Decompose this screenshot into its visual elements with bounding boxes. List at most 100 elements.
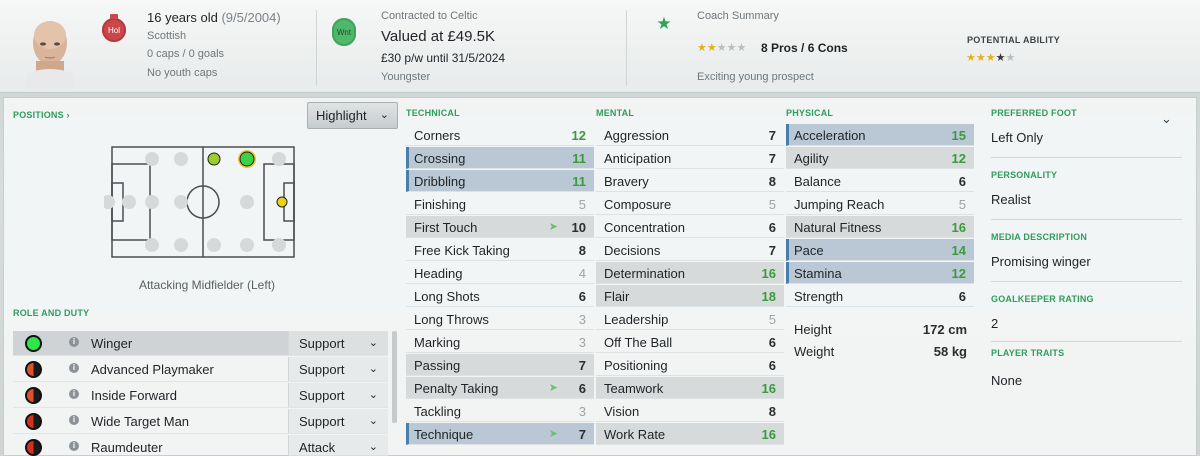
attribute-name: Dribbling — [414, 174, 466, 189]
star-icon: ★ — [1005, 52, 1016, 64]
duty-dropdown[interactable]: Support ⌄ — [288, 331, 388, 355]
player-header: Hol 16 years old (9/5/2004) Scottish 0 c… — [0, 0, 1200, 93]
role-duty-label: ROLE AND DUTY — [13, 308, 90, 318]
positions-pitch — [104, 146, 295, 258]
attribute-row-anticipation[interactable]: Anticipation 7 — [596, 147, 784, 169]
contract-badge-text: Wnt — [336, 27, 352, 37]
attribute-row-balance[interactable]: Balance 6 — [786, 170, 974, 192]
attribute-row-strength[interactable]: Strength 6 — [786, 285, 974, 307]
club-badge-icon[interactable]: Hol — [102, 14, 126, 42]
attribute-row-acceleration[interactable]: Acceleration 15 — [786, 124, 974, 146]
attribute-value: 3 — [578, 312, 586, 327]
contract-club[interactable]: Contracted to Celtic — [381, 10, 478, 22]
attribute-row-long-shots[interactable]: Long Shots 6 — [406, 285, 594, 307]
info-icon[interactable]: i — [69, 389, 79, 399]
weight-value: 58 kg — [933, 344, 967, 359]
attribute-row-finishing[interactable]: Finishing 5 — [406, 193, 594, 215]
attribute-row-decisions[interactable]: Decisions 7 — [596, 239, 784, 261]
attribute-row-off-the-ball[interactable]: Off The Ball 6 — [596, 331, 784, 353]
attribute-row-leadership[interactable]: Leadership 5 — [596, 308, 784, 330]
attribute-row-vision[interactable]: Vision 8 — [596, 400, 784, 422]
attribute-name: Concentration — [604, 220, 685, 235]
star-half-icon: ★ — [706, 42, 717, 54]
contract-club-badge-icon[interactable]: Wnt — [332, 18, 356, 46]
attribute-value: 12 — [571, 128, 586, 143]
attribute-row-positioning[interactable]: Positioning 6 — [596, 354, 784, 376]
duty-dropdown[interactable]: Support ⌄ — [288, 383, 388, 407]
attribute-row-free-kick-taking[interactable]: Free Kick Taking 8 — [406, 239, 594, 261]
role-row[interactable]: i Wide Target Man Support ⌄ — [13, 409, 388, 434]
attribute-value: 7 — [768, 243, 776, 258]
attribute-name: Anticipation — [604, 151, 672, 166]
attribute-row-corners[interactable]: Corners 12 — [406, 124, 594, 146]
attribute-row-aggression[interactable]: Aggression 7 — [596, 124, 784, 146]
coach-rating-stars: ★★★★★ — [697, 41, 746, 54]
attribute-name: Determination — [604, 266, 685, 281]
nationality[interactable]: Scottish — [147, 30, 186, 42]
attribute-row-bravery[interactable]: Bravery 8 — [596, 170, 784, 192]
attribute-value: 10 — [571, 220, 586, 235]
technical-label: TECHNICAL — [406, 108, 460, 118]
attribute-name: Finishing — [414, 197, 467, 212]
role-row[interactable]: i Inside Forward Support ⌄ — [13, 383, 388, 408]
chevron-down-icon[interactable]: ⌄ — [1161, 111, 1172, 127]
attribute-value: 11 — [572, 174, 586, 189]
info-icon[interactable]: i — [69, 441, 79, 451]
attribute-row-natural-fitness[interactable]: Natural Fitness 16 — [786, 216, 974, 238]
player-value: Valued at £49.5K — [381, 28, 495, 45]
attribute-row-work-rate[interactable]: Work Rate 16 — [596, 423, 784, 445]
attribute-row-jumping-reach[interactable]: Jumping Reach 5 — [786, 193, 974, 215]
attribute-row-heading[interactable]: Heading 4 — [406, 262, 594, 284]
attribute-row-teamwork[interactable]: Teamwork 16 — [596, 377, 784, 399]
duty-dropdown[interactable]: Support ⌄ — [288, 409, 388, 433]
attribute-row-concentration[interactable]: Concentration 6 — [596, 216, 784, 238]
attribute-name: Off The Ball — [604, 335, 673, 350]
role-list-scrollbar[interactable] — [392, 331, 397, 423]
role-row[interactable]: i Winger Support ⌄ — [13, 331, 388, 356]
star-icon: ★ — [966, 52, 976, 64]
positions-header[interactable]: POSITIONS › — [13, 110, 70, 120]
divider — [991, 341, 1182, 342]
duty-dropdown[interactable]: Support ⌄ — [288, 357, 388, 381]
attribute-name: Vision — [604, 404, 640, 419]
attribute-row-first-touch[interactable]: First Touch ➤ 10 — [406, 216, 594, 238]
attribute-row-determination[interactable]: Determination 16 — [596, 262, 784, 284]
chevron-right-icon: › — [66, 110, 70, 120]
age-text: 16 years old — [147, 10, 218, 25]
attribute-row-flair[interactable]: Flair 18 — [596, 285, 784, 307]
attribute-row-crossing[interactable]: Crossing 11 — [406, 147, 594, 169]
duty-dropdown[interactable]: Attack ⌄ — [288, 435, 388, 456]
star-icon: ★ — [697, 42, 707, 54]
attribute-row-marking[interactable]: Marking 3 — [406, 331, 594, 353]
attribute-name: Jumping Reach — [794, 197, 885, 212]
duty-label: Support — [299, 336, 345, 351]
attribute-row-stamina[interactable]: Stamina 12 — [786, 262, 974, 284]
attribute-value: 16 — [761, 381, 776, 396]
highlight-dropdown[interactable]: Highlight ⌄ — [307, 102, 398, 129]
attribute-row-technique[interactable]: Technique ➤ 7 — [406, 423, 594, 445]
info-icon[interactable]: i — [69, 415, 79, 425]
role-row[interactable]: i Advanced Playmaker Support ⌄ — [13, 357, 388, 382]
role-row[interactable]: i Raumdeuter Attack ⌄ — [13, 435, 388, 456]
attribute-row-agility[interactable]: Agility 12 — [786, 147, 974, 169]
goalkeeper-rating-label: GOALKEEPER RATING — [991, 294, 1094, 304]
attribute-row-passing[interactable]: Passing 7 — [406, 354, 594, 376]
attribute-row-pace[interactable]: Pace 14 — [786, 239, 974, 261]
attribute-row-dribbling[interactable]: Dribbling 11 — [406, 170, 594, 192]
info-icon[interactable]: i — [69, 337, 79, 347]
attribute-name: Strength — [794, 289, 844, 304]
attribute-name: Penalty Taking — [414, 381, 499, 396]
coach-summary-label[interactable]: Coach Summary — [697, 10, 779, 22]
attribute-row-penalty-taking[interactable]: Penalty Taking ➤ 6 — [406, 377, 594, 399]
potential-ability-stars: ★★★★★ — [966, 51, 1015, 64]
info-icon[interactable]: i — [69, 363, 79, 373]
attribute-row-tackling[interactable]: Tackling 3 — [406, 400, 594, 422]
player-age: 16 years old (9/5/2004) — [147, 10, 281, 25]
attribute-row-long-throws[interactable]: Long Throws 3 — [406, 308, 594, 330]
attribute-value: 6 — [578, 289, 586, 304]
height-row: Height 172 cm — [787, 318, 975, 340]
attribute-row-composure[interactable]: Composure 5 — [596, 193, 784, 215]
chevron-down-icon: ⌄ — [368, 441, 378, 453]
pros-cons[interactable]: 8 Pros / 6 Cons — [761, 41, 848, 55]
star-icon: ★ — [726, 42, 737, 54]
